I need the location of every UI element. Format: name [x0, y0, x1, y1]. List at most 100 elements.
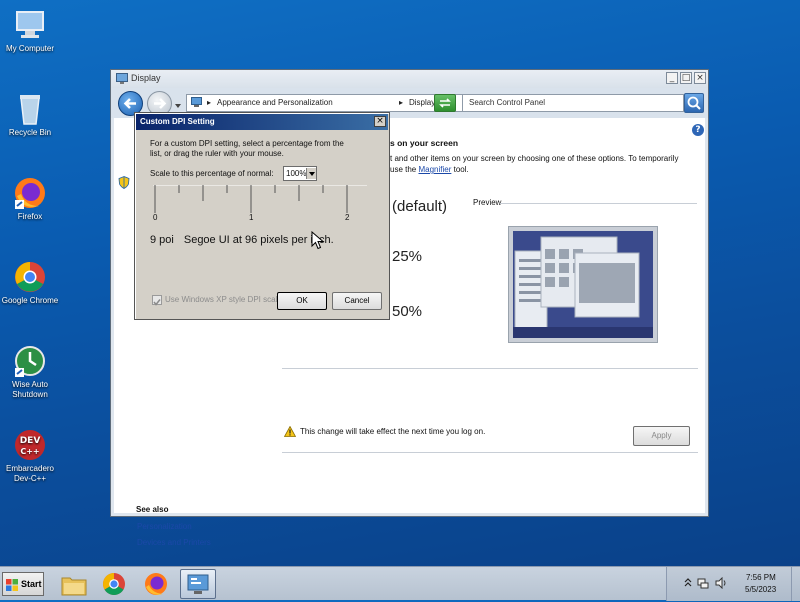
show-hidden-icons-icon[interactable] [684, 577, 692, 589]
taskbar-firefox-button[interactable] [138, 569, 174, 599]
search-placeholder: Search Control Panel [469, 98, 546, 107]
scale-select[interactable]: 100% [283, 166, 317, 181]
ruler-label-2: 2 [345, 213, 350, 222]
control-panel-icon [191, 97, 202, 110]
chrome-icon [103, 573, 125, 595]
desktop-icon-label: Embarcadero Dev-C++ [5, 464, 55, 483]
scale-select-value: 100% [286, 169, 307, 178]
ok-button[interactable]: OK [277, 292, 327, 310]
breadcrumb-item-appearance[interactable]: Appearance and Personalization [217, 98, 333, 107]
display-window-icon [116, 73, 128, 87]
computer-icon [13, 8, 47, 42]
search-input[interactable]: Search Control Panel [462, 94, 684, 112]
breadcrumb-separator: ▸ [207, 98, 212, 107]
apply-button[interactable]: Apply [633, 426, 690, 446]
sample-text-part: 9 poi [150, 234, 174, 246]
help-icon[interactable]: ? [692, 124, 704, 136]
checkmark-icon [153, 299, 161, 306]
chrome-icon [13, 260, 47, 294]
firefox-icon [13, 176, 47, 210]
desktop-icon-label: Google Chrome [1, 296, 59, 305]
page-heading: s on your screen [390, 138, 459, 148]
chevron-down-icon [306, 168, 316, 179]
desktop-icon-devcpp[interactable]: DEV C++ Embarcadero Dev-C++ [0, 428, 60, 484]
recent-pages-chevron-icon[interactable] [174, 100, 182, 108]
preview-image [508, 226, 658, 343]
preview-label: Preview [473, 198, 502, 207]
ruler-label-0: 0 [153, 213, 158, 222]
search-button[interactable] [684, 93, 704, 113]
warning-icon [283, 425, 297, 440]
network-icon[interactable] [697, 577, 709, 591]
xp-style-label: Use Windows XP style DPI scal [165, 295, 277, 304]
personalization-link[interactable]: Personalization [137, 522, 192, 531]
option-larger-label[interactable]: 50% [392, 303, 422, 320]
clock-time[interactable]: 7:56 PM [746, 573, 776, 582]
breadcrumb-separator: ▸ [399, 98, 404, 107]
dpi-ruler[interactable]: 0 1 2 [153, 184, 367, 225]
desktop-icon-firefox[interactable]: Firefox [0, 176, 60, 222]
option-smaller-default-label[interactable]: (default) [392, 198, 447, 215]
dialog-instructions-line2: list, or drag the ruler with your mouse. [150, 149, 284, 158]
search-icon [687, 96, 701, 110]
dialog-close-button[interactable]: × [374, 116, 386, 127]
xp-style-checkbox[interactable] [152, 295, 162, 306]
page-description-line1: t and other items on your screen by choo… [390, 154, 679, 163]
desktop-icon-label: Wise Auto Shutdown [11, 380, 48, 399]
dialog-instructions-line1: For a custom DPI setting, select a perce… [150, 139, 344, 148]
volume-icon[interactable] [715, 576, 728, 591]
ruler-label-1: 1 [249, 213, 254, 222]
desktop-icon-label: Firefox [17, 212, 43, 221]
start-button[interactable]: Start [2, 572, 44, 596]
refresh-icon [439, 98, 451, 108]
show-desktop-button[interactable] [791, 567, 800, 601]
close-button[interactable]: × [694, 72, 706, 84]
dialog-titlebar[interactable]: Custom DPI Setting × [136, 114, 388, 130]
taskbar-control-panel-button[interactable] [180, 569, 216, 599]
minimize-button[interactable]: _ [666, 72, 678, 84]
description-text: use the [390, 165, 419, 174]
taskbar-explorer-button[interactable] [56, 569, 92, 599]
control-panel-icon [187, 574, 209, 594]
system-tray: 7:56 PM 5/5/2023 [666, 567, 800, 601]
dialog-title: Custom DPI Setting [140, 117, 215, 126]
shield-icon [118, 176, 130, 192]
page-description-line2: use the Magnifier tool. [390, 165, 469, 174]
firefox-icon [145, 573, 167, 595]
scale-label: Scale to this percentage of normal: [150, 169, 274, 178]
notice-divider-bottom [282, 452, 698, 453]
desktop-icon-label: Recycle Bin [8, 128, 52, 137]
logon-notice: This change will take effect the next ti… [300, 427, 486, 436]
window-title: Display [131, 73, 161, 83]
breadcrumb-item-display[interactable]: Display [409, 98, 435, 107]
option-medium-label[interactable]: 25% [392, 248, 422, 265]
dpi-sample-text: 9 poi Segoe UI at 96 pixels per inch. [150, 234, 334, 246]
desktop-icon-my-computer[interactable]: My Computer [0, 8, 60, 54]
maximize-button[interactable]: □ [680, 72, 692, 84]
folder-icon [61, 577, 87, 596]
preview-divider [500, 203, 697, 204]
cancel-button[interactable]: Cancel [332, 292, 382, 310]
notice-divider-top [282, 368, 698, 369]
devcpp-icon: DEV C++ [13, 428, 47, 462]
taskbar-chrome-button[interactable] [96, 569, 132, 599]
clock-date[interactable]: 5/5/2023 [745, 585, 776, 594]
desktop-icon-google-chrome[interactable]: Google Chrome [0, 260, 60, 306]
refresh-button[interactable] [434, 94, 456, 112]
devices-and-printers-link[interactable]: Devices and Printers [137, 538, 211, 547]
start-label: Start [21, 579, 42, 589]
wise-auto-shutdown-icon [13, 344, 47, 378]
desktop-icon-label: My Computer [5, 44, 54, 53]
taskbar: Start 7:56 PM 5/5/2023 [0, 566, 800, 601]
desktop-icon-recycle-bin[interactable]: Recycle Bin [0, 92, 60, 138]
custom-dpi-dialog: Custom DPI Setting × For a custom DPI se… [134, 112, 390, 320]
mouse-cursor-icon [311, 230, 325, 254]
svg-text:C++: C++ [20, 447, 39, 456]
desktop-icon-wise-auto-shutdown[interactable]: Wise Auto Shutdown [0, 344, 60, 400]
windows-logo-icon [6, 579, 18, 593]
window-titlebar[interactable]: Display _ □ × [111, 70, 708, 88]
description-text: tool. [451, 165, 469, 174]
magnifier-link[interactable]: Magnifier [418, 165, 451, 174]
ruler-ticks [153, 184, 367, 213]
svg-text:DEV: DEV [20, 436, 41, 446]
